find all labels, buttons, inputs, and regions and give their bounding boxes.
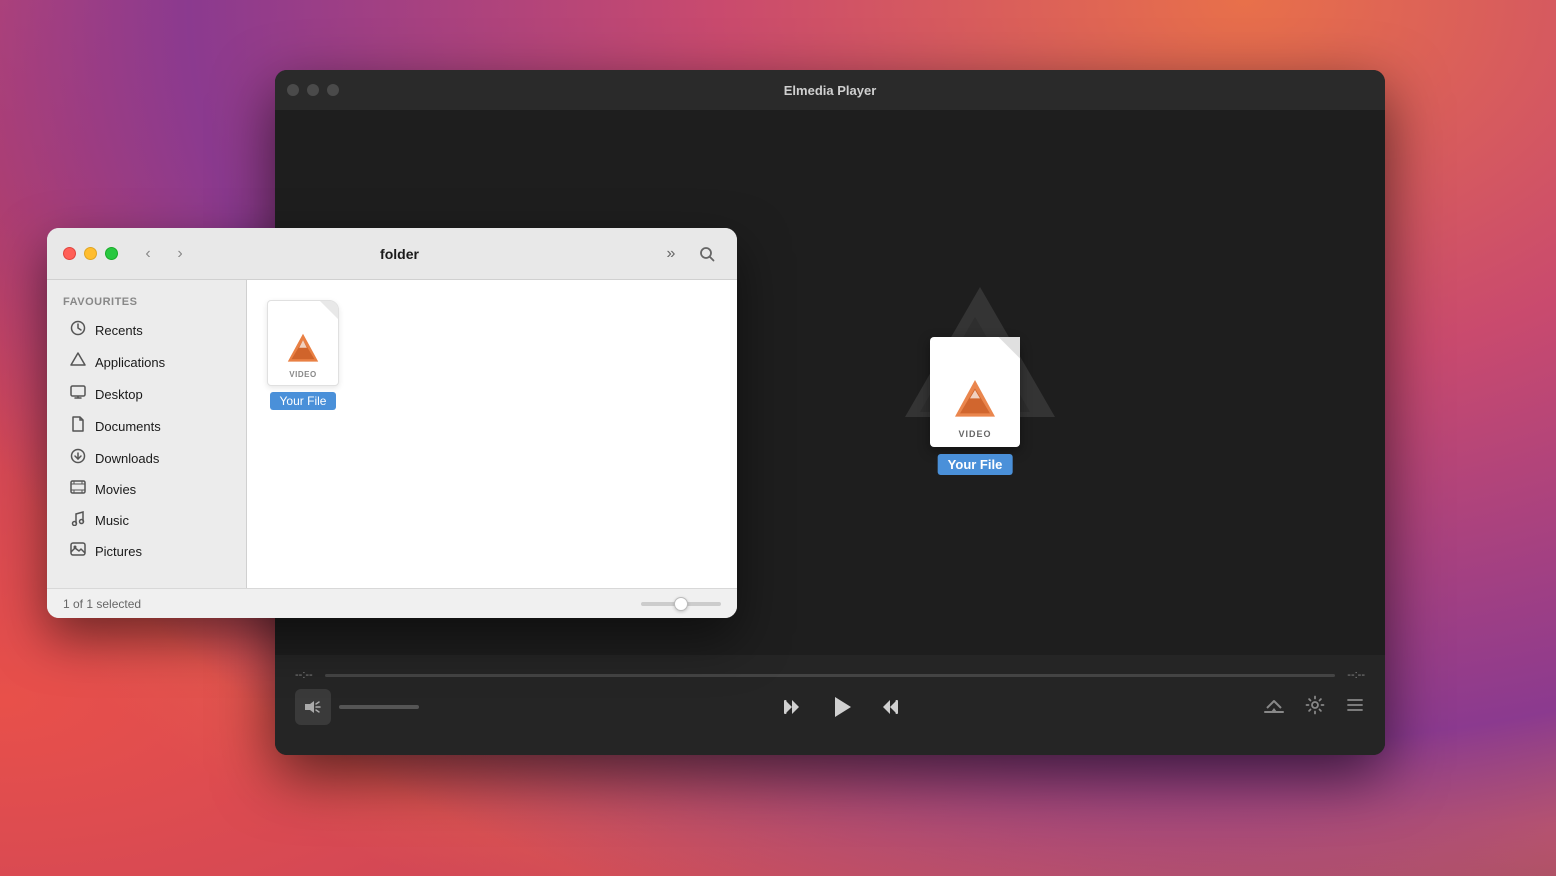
- recents-icon: [69, 320, 87, 340]
- time-end: --:--: [1347, 669, 1365, 681]
- skip-back-icon: [781, 696, 803, 718]
- sidebar-label-desktop: Desktop: [95, 387, 143, 402]
- finder-path-title: folder: [142, 246, 657, 262]
- applications-icon: [69, 352, 87, 372]
- playlist-button[interactable]: [1345, 695, 1365, 720]
- sidebar-item-documents[interactable]: Documents: [53, 410, 240, 442]
- settings-button[interactable]: [1305, 695, 1325, 720]
- right-controls: [1263, 694, 1365, 721]
- progress-bar-section: --:-- --:--: [295, 655, 1365, 689]
- sidebar-label-documents: Documents: [95, 419, 161, 434]
- volume-section: [295, 689, 419, 725]
- sidebar-label-applications: Applications: [95, 355, 165, 370]
- finder-close-button[interactable]: [63, 247, 76, 260]
- sidebar-label-music: Music: [95, 513, 129, 528]
- player-close-button[interactable]: [287, 84, 299, 96]
- player-icon-container: VIDEO Your File: [885, 287, 1065, 447]
- documents-icon: [69, 416, 87, 436]
- sidebar-item-music[interactable]: Music: [53, 504, 240, 536]
- settings-icon: [1305, 695, 1325, 715]
- view-options-button[interactable]: »: [657, 240, 685, 268]
- player-elmedia-logo: [950, 375, 1000, 425]
- skip-forward-button[interactable]: [879, 696, 901, 718]
- search-button[interactable]: [693, 240, 721, 268]
- sidebar-item-recents[interactable]: Recents: [53, 314, 240, 346]
- player-controls: --:-- --:--: [275, 655, 1385, 755]
- volume-slider[interactable]: [339, 705, 419, 709]
- finder-content: VIDEO Your File: [247, 280, 737, 588]
- play-icon: [827, 693, 855, 721]
- sidebar-item-applications[interactable]: Applications: [53, 346, 240, 378]
- finder-body: Favourites Recents Applications: [47, 280, 737, 588]
- player-file-name: Your File: [938, 454, 1013, 475]
- sidebar-item-desktop[interactable]: Desktop: [53, 378, 240, 410]
- volume-button[interactable]: [295, 689, 331, 725]
- finder-traffic-lights: [63, 247, 118, 260]
- sidebar-item-movies[interactable]: Movies: [53, 474, 240, 504]
- sidebar-item-pictures[interactable]: Pictures: [53, 536, 240, 566]
- controls-row: [295, 689, 1365, 737]
- airplay-icon: [1263, 694, 1285, 716]
- size-slider-thumb: [674, 597, 688, 611]
- sidebar-label-movies: Movies: [95, 482, 136, 497]
- file-type-label: VIDEO: [289, 370, 316, 379]
- finder-right-controls: »: [657, 240, 721, 268]
- status-text: 1 of 1 selected: [63, 597, 629, 611]
- finder-sidebar: Favourites Recents Applications: [47, 280, 247, 588]
- file-grid: VIDEO Your File: [267, 300, 717, 568]
- sidebar-label-pictures: Pictures: [95, 544, 142, 559]
- sidebar-section-title: Favourites: [47, 292, 246, 314]
- playback-controls: [781, 693, 901, 721]
- downloads-icon: [69, 448, 87, 468]
- desktop-icon: [69, 384, 87, 404]
- play-button[interactable]: [827, 693, 855, 721]
- skip-forward-icon: [879, 696, 901, 718]
- player-maximize-button[interactable]: [327, 84, 339, 96]
- finder-maximize-button[interactable]: [105, 247, 118, 260]
- player-file-doc: VIDEO Your File: [930, 337, 1020, 447]
- progress-bar[interactable]: [325, 674, 1336, 677]
- player-titlebar: Elmedia Player: [275, 70, 1385, 110]
- finder-titlebar: ‹ › folder »: [47, 228, 737, 280]
- finder-statusbar: 1 of 1 selected: [47, 588, 737, 618]
- sidebar-item-downloads[interactable]: Downloads: [53, 442, 240, 474]
- time-start: --:--: [295, 669, 313, 681]
- music-icon: [69, 510, 87, 530]
- size-slider[interactable]: [641, 602, 721, 606]
- playlist-icon: [1345, 695, 1365, 715]
- file-name-badge: Your File: [270, 392, 337, 410]
- list-item[interactable]: VIDEO Your File: [267, 300, 339, 410]
- volume-icon: [305, 700, 321, 714]
- player-file-type: VIDEO: [958, 429, 991, 439]
- pictures-icon: [69, 542, 87, 560]
- movies-icon: [69, 480, 87, 498]
- finder-minimize-button[interactable]: [84, 247, 97, 260]
- elmedia-logo-icon: [284, 330, 322, 368]
- file-icon: VIDEO: [267, 300, 339, 386]
- player-minimize-button[interactable]: [307, 84, 319, 96]
- player-file-display: VIDEO Your File: [885, 287, 1065, 447]
- player-title: Elmedia Player: [784, 83, 877, 98]
- search-icon: [699, 246, 715, 262]
- player-traffic-lights: [287, 84, 339, 96]
- sidebar-label-downloads: Downloads: [95, 451, 159, 466]
- airplay-button[interactable]: [1263, 694, 1285, 721]
- sidebar-label-recents: Recents: [95, 323, 143, 338]
- finder-window: ‹ › folder » Favourites: [47, 228, 737, 618]
- skip-back-button[interactable]: [781, 696, 803, 718]
